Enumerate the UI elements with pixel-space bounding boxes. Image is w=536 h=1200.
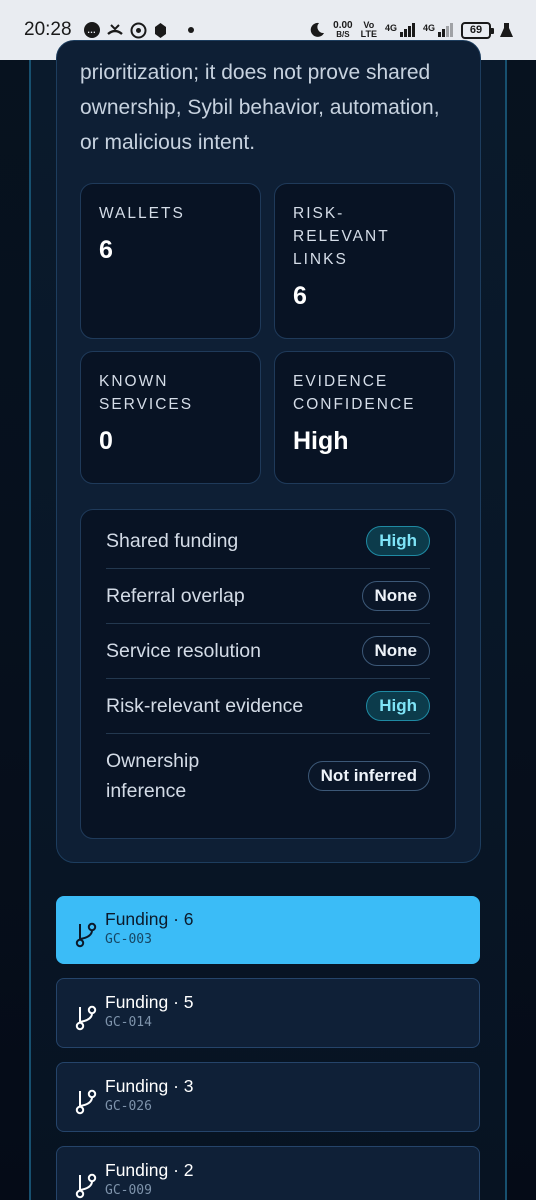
evidence-level-badge: None: [361, 636, 430, 666]
notification-icons: …: [83, 22, 194, 39]
disclaimer-text: prioritization; it does not prove shared…: [80, 61, 440, 154]
cluster-id: GC-014: [105, 1015, 152, 1030]
net-type-1: 4G: [384, 23, 397, 33]
evidence-label: Ownership inference: [106, 750, 200, 802]
evidence-row-risk-relevant: Risk-relevant evidence High: [106, 679, 430, 734]
frame-border-left: [29, 60, 31, 1200]
stat-card-evidence-confidence: EVIDENCE CONFIDENCE High: [274, 351, 455, 484]
evidence-label: Referral overlap: [106, 585, 245, 607]
speed-value: 0.00: [333, 20, 353, 31]
cluster-id: GC-003: [105, 932, 152, 947]
missed-call-icon: [106, 24, 123, 35]
signal-1-icon: 4G: [385, 23, 415, 37]
battery-level: 69: [469, 24, 483, 36]
cluster-id: GC-009: [105, 1183, 152, 1198]
cluster-text: Funding · 5 GC-014: [105, 991, 194, 1033]
stat-label: EVIDENCE CONFIDENCE: [293, 373, 416, 413]
evidence-label: Shared funding: [106, 530, 239, 552]
evidence-row-ownership-inference: Ownership inference Not inferred: [106, 734, 430, 818]
evidence-level-badge: Not inferred: [307, 761, 430, 791]
evidence-level-badge: High: [366, 691, 430, 721]
cluster-item-gc-009[interactable]: Funding · 2 GC-009: [56, 1146, 480, 1200]
cluster-item-gc-014[interactable]: Funding · 5 GC-014: [56, 978, 480, 1048]
volte-bottom: LTE: [360, 29, 377, 39]
evidence-row-service-resolution: Service resolution None: [106, 624, 430, 679]
more-notifications-dot-icon: [187, 27, 194, 33]
evidence-level-badge: None: [361, 581, 430, 611]
git-branch-icon: [75, 1005, 97, 1031]
evidence-label: Service resolution: [106, 640, 261, 662]
cluster-title: Funding · 2: [105, 1160, 194, 1180]
cluster-item-gc-026[interactable]: Funding · 3 GC-026: [56, 1062, 480, 1132]
speed-unit: B/S: [336, 30, 350, 39]
messages-icon: …: [83, 22, 100, 38]
evidence-row-referral-overlap: Referral overlap None: [106, 569, 430, 624]
cluster-text: Funding · 2 GC-009: [105, 1159, 194, 1200]
volte-indicator: Vo LTE: [361, 21, 377, 39]
stat-label: RISK- RELEVANT LINKS: [293, 205, 390, 268]
cluster-text: Funding · 3 GC-026: [105, 1075, 194, 1117]
evidence-breakdown: Shared funding High Referral overlap Non…: [80, 509, 456, 839]
net-type-2: 4G: [422, 23, 435, 33]
signal-2-icon: 4G: [423, 23, 453, 37]
frame-border-right: [505, 60, 507, 1200]
evidence-row-shared-funding: Shared funding High: [106, 514, 430, 569]
evidence-level-badge: High: [366, 526, 430, 556]
stat-label: KNOWN SERVICES: [99, 373, 194, 413]
app-screen: 20:28 … 0.00 B/S Vo LTE 4G 4G 69 priorit…: [0, 0, 536, 1200]
battery-icon: 69: [461, 21, 494, 39]
flask-icon: [500, 22, 513, 37]
cluster-text: Funding · 6 GC-003: [105, 908, 194, 950]
dnd-moon-icon: [310, 22, 325, 37]
git-branch-icon: [75, 1173, 97, 1199]
whatsapp-icon: [130, 22, 147, 38]
stat-value: 6: [293, 282, 307, 310]
stat-card-known-services: KNOWN SERVICES 0: [80, 351, 261, 484]
stat-value: High: [293, 427, 349, 455]
cluster-title: Funding · 3: [105, 1076, 194, 1096]
git-branch-icon: [75, 1089, 97, 1115]
stat-value: 6: [99, 236, 113, 264]
status-right: 0.00 B/S Vo LTE 4G 4G 69: [309, 21, 514, 39]
status-time: 20:28: [24, 19, 72, 40]
app-notification-icon: [154, 22, 166, 38]
cluster-title: Funding · 6: [105, 909, 194, 929]
stat-card-wallets: WALLETS 6: [80, 183, 261, 339]
stat-card-risk-links: RISK- RELEVANT LINKS 6: [274, 183, 455, 339]
stat-label: WALLETS: [99, 205, 185, 222]
cluster-id: GC-026: [105, 1099, 152, 1114]
evidence-label: Risk-relevant evidence: [106, 695, 304, 717]
cluster-item-gc-003[interactable]: Funding · 6 GC-003: [56, 896, 480, 964]
stat-value: 0: [99, 427, 113, 455]
cluster-title: Funding · 5: [105, 992, 194, 1012]
git-branch-icon: [75, 922, 97, 948]
network-speed: 0.00 B/S: [333, 20, 353, 40]
